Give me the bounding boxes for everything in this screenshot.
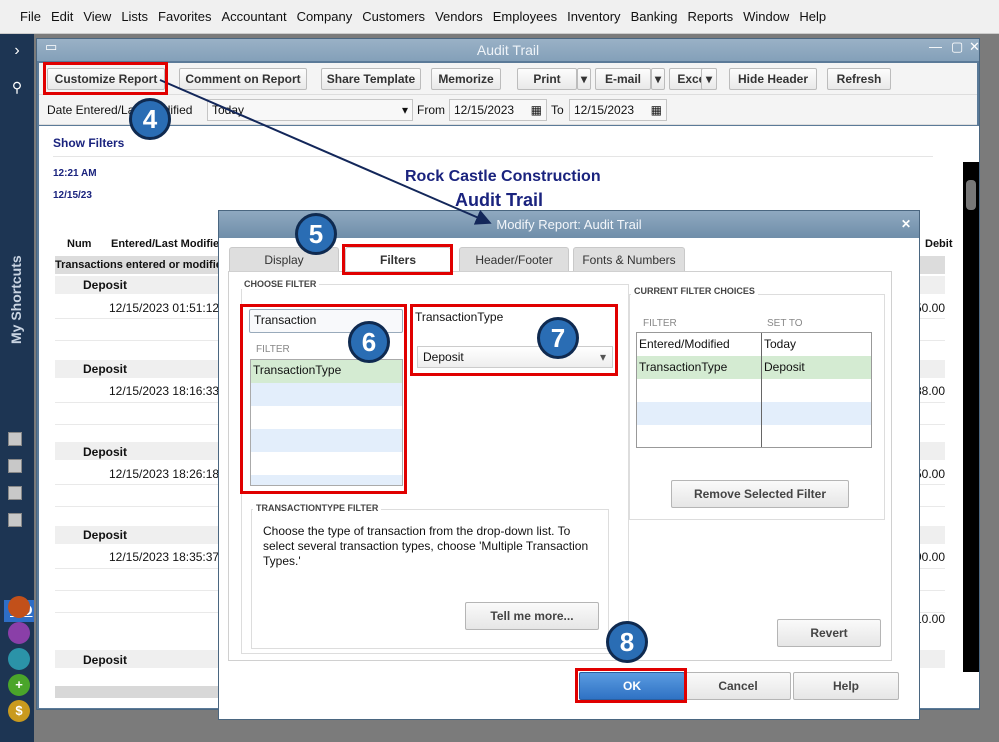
step-badge-4: 4 <box>129 98 171 140</box>
step-badge-6: 6 <box>348 321 390 363</box>
step-badge-5: 5 <box>295 213 337 255</box>
step-badge-8: 8 <box>606 621 648 663</box>
step-badge-7: 7 <box>537 317 579 359</box>
highlight-ok <box>575 668 687 703</box>
highlight-filter-value <box>410 304 618 376</box>
highlight-customize <box>43 62 168 95</box>
highlight-filters-tab <box>342 244 453 275</box>
